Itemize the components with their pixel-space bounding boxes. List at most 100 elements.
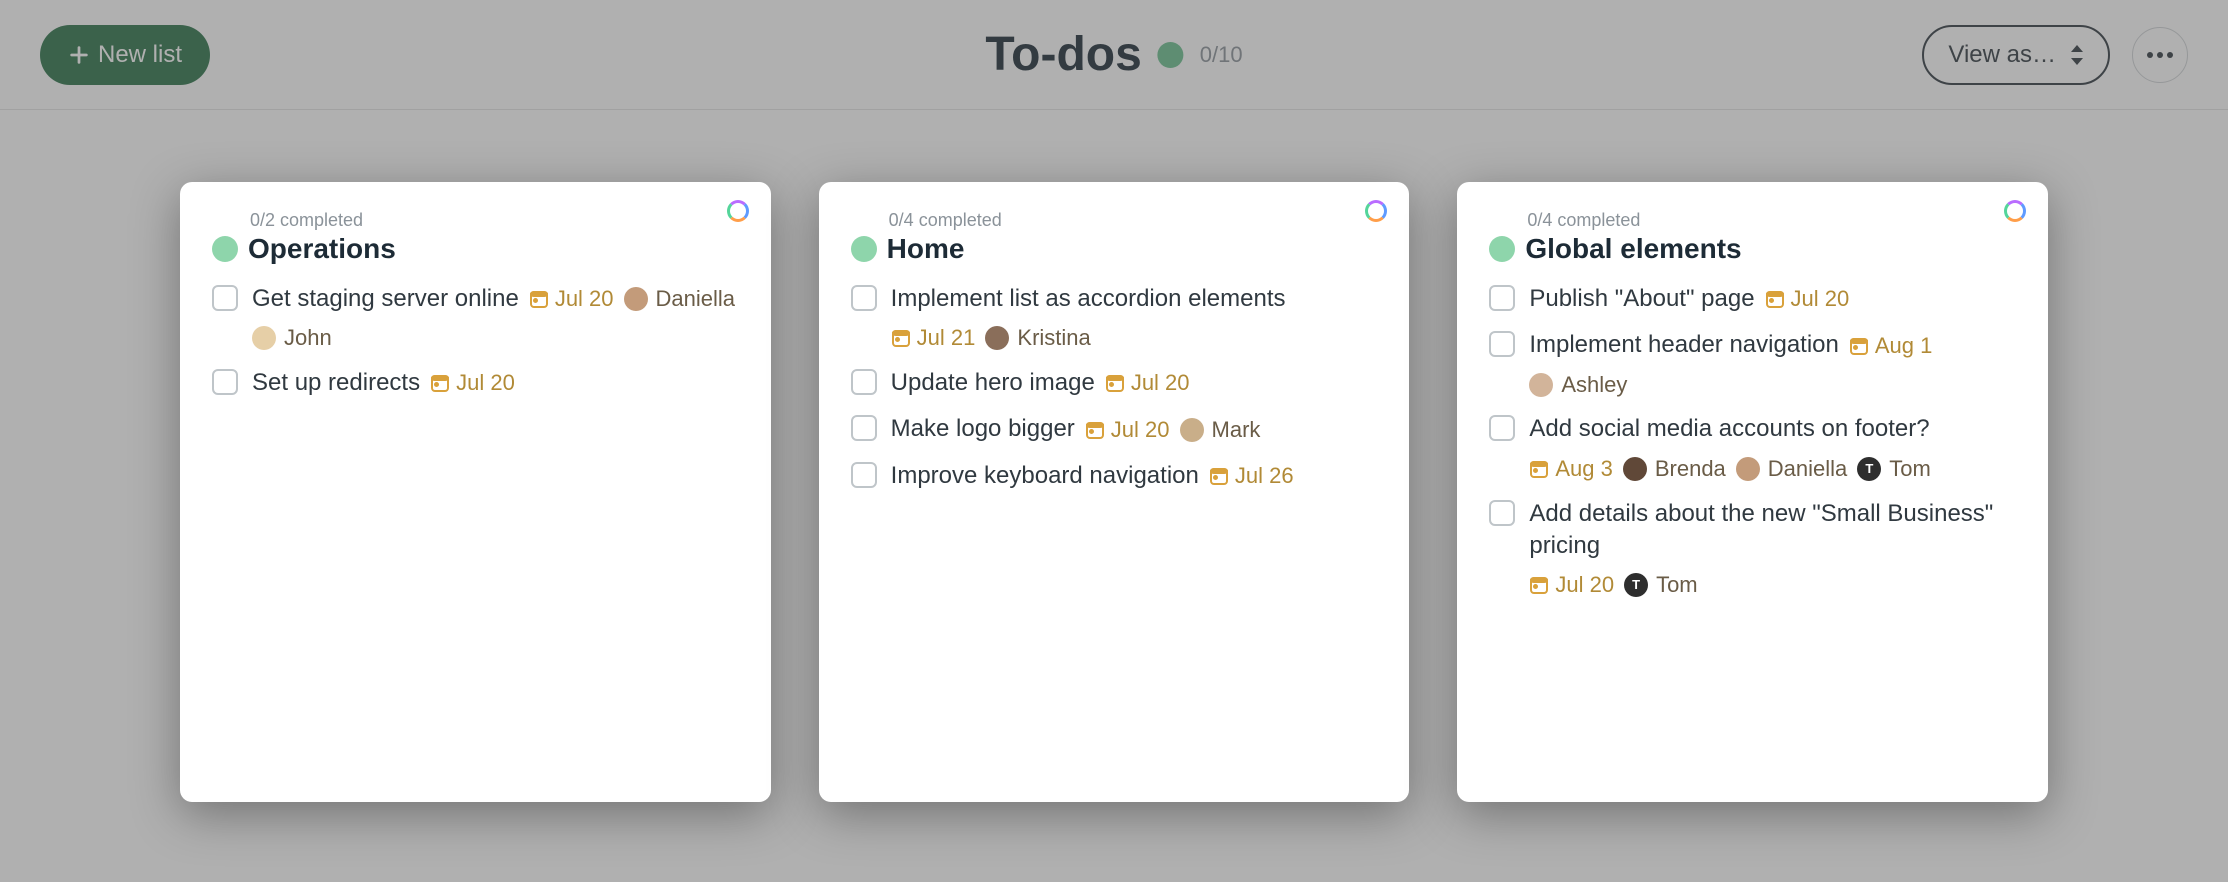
task-row[interactable]: Add social media accounts on footer? Aug …	[1489, 413, 2016, 483]
task-body: Set up redirects Jul 20	[252, 367, 515, 399]
task-checkbox[interactable]	[851, 369, 877, 395]
task-row[interactable]: Get staging server online Jul 20 Daniella J…	[212, 283, 739, 353]
task-checkbox[interactable]	[1489, 415, 1515, 441]
calendar-icon	[1529, 575, 1549, 595]
task-text: Add details about the new "Small Busines…	[1529, 498, 2016, 563]
list-progress: 0/4 completed	[1527, 210, 2016, 231]
task-text: Get staging server online	[252, 283, 519, 315]
list-header: Operations	[212, 233, 739, 265]
board: 0/2 completedOperationsGet staging serve…	[0, 110, 2228, 802]
avatar	[624, 287, 648, 311]
avatar: T	[1857, 457, 1881, 481]
task-due-date[interactable]: Jul 20	[529, 284, 614, 314]
task-body: Implement header navigation Aug 1 Ashley	[1529, 329, 2016, 399]
calendar-icon	[430, 373, 450, 393]
avatar	[1529, 373, 1553, 397]
list-status-dot-icon	[851, 236, 877, 262]
view-as-label: View as…	[1948, 41, 2056, 69]
task-assignee[interactable]: Brenda	[1623, 454, 1726, 484]
task-checkbox[interactable]	[851, 285, 877, 311]
task-text: Implement header navigation	[1529, 329, 1839, 361]
task-checkbox[interactable]	[212, 285, 238, 311]
calendar-icon	[891, 328, 911, 348]
page-title: To-dos	[985, 27, 1141, 82]
list-header: Global elements	[1489, 233, 2016, 265]
task-row[interactable]: Implement list as accordion elementsJul …	[851, 283, 1378, 353]
assignee-name: Mark	[1212, 415, 1261, 445]
task-checkbox[interactable]	[851, 415, 877, 441]
assignee-name: Daniella	[1768, 454, 1848, 484]
view-as-select[interactable]: View as…	[1922, 25, 2110, 85]
task-body: Publish "About" page Jul 20	[1529, 283, 1849, 315]
avatar	[1736, 457, 1760, 481]
list-progress: 0/4 completed	[889, 210, 1378, 231]
task-text: Make logo bigger	[891, 413, 1075, 445]
task-due-date[interactable]: Jul 26	[1209, 461, 1294, 491]
task-assignee[interactable]: Daniella	[1736, 454, 1848, 484]
task-text: Add social media accounts on footer?	[1529, 413, 1929, 445]
task-due-date-text: Jul 20	[456, 368, 515, 398]
task-due-date[interactable]: Jul 20	[1085, 415, 1170, 445]
task-checkbox[interactable]	[212, 369, 238, 395]
task-due-date-text: Jul 20	[555, 284, 614, 314]
avatar	[985, 326, 1009, 350]
task-row[interactable]: Set up redirects Jul 20	[212, 367, 739, 399]
task-row[interactable]: Update hero image Jul 20	[851, 367, 1378, 399]
task-body: Make logo bigger Jul 20 Mark	[891, 413, 1261, 445]
task-text: Set up redirects	[252, 367, 420, 399]
task-checkbox[interactable]	[851, 462, 877, 488]
todo-counter: 0/10	[1200, 42, 1243, 68]
ellipsis-icon	[2146, 51, 2174, 59]
task-row[interactable]: Add details about the new "Small Busines…	[1489, 498, 2016, 600]
task-due-date[interactable]: Jul 20	[1529, 570, 1614, 600]
task-due-date[interactable]: Aug 1	[1849, 331, 1933, 361]
task-due-date[interactable]: Jul 20	[430, 368, 515, 398]
task-text: Publish "About" page	[1529, 283, 1754, 315]
list-card[interactable]: 0/4 completedGlobal elements Publish "Abo…	[1457, 182, 2048, 802]
calendar-icon	[1765, 289, 1785, 309]
loading-spinner-icon	[2004, 200, 2026, 222]
task-due-date[interactable]: Jul 20	[1105, 368, 1190, 398]
assignee-name: Daniella	[656, 284, 736, 314]
title-group: To-dos 0/10	[985, 27, 1242, 82]
sort-arrows-icon	[2070, 45, 2084, 65]
task-assignee[interactable]: TTom	[1857, 454, 1931, 484]
list-title: Home	[887, 233, 965, 265]
task-row[interactable]: Improve keyboard navigationJul 26	[851, 460, 1378, 492]
task-assignee[interactable]: Daniella	[624, 284, 736, 314]
task-checkbox[interactable]	[1489, 285, 1515, 311]
calendar-icon	[1209, 466, 1229, 486]
assignee-name: John	[284, 323, 332, 353]
task-due-date-text: Jul 20	[1131, 368, 1190, 398]
task-row[interactable]: Publish "About" page Jul 20	[1489, 283, 2016, 315]
task-due-date-text: Jul 20	[1111, 415, 1170, 445]
task-row[interactable]: Implement header navigation Aug 1 Ashley	[1489, 329, 2016, 399]
loading-spinner-icon	[1365, 200, 1387, 222]
topbar: New list To-dos 0/10 View as…	[0, 0, 2228, 110]
task-due-date[interactable]: Jul 20	[1765, 284, 1850, 314]
list-title: Operations	[248, 233, 396, 265]
more-options-button[interactable]	[2132, 27, 2188, 83]
avatar: T	[1624, 573, 1648, 597]
task-assignee[interactable]: Mark	[1180, 415, 1261, 445]
task-assignee[interactable]: TTom	[1624, 570, 1698, 600]
task-assignee[interactable]: Kristina	[985, 323, 1090, 353]
task-body: Add details about the new "Small Busines…	[1529, 498, 2016, 600]
task-checkbox[interactable]	[1489, 500, 1515, 526]
task-assignee[interactable]: Ashley	[1529, 370, 1627, 400]
avatar	[252, 326, 276, 350]
list-card[interactable]: 0/2 completedOperationsGet staging serve…	[180, 182, 771, 802]
task-due-date-text: Jul 20	[1791, 284, 1850, 314]
task-checkbox[interactable]	[1489, 331, 1515, 357]
list-card[interactable]: 0/4 completedHome Implement list as accor…	[819, 182, 1410, 802]
task-due-date[interactable]: Jul 21	[891, 323, 976, 353]
new-list-label: New list	[98, 41, 182, 69]
task-row[interactable]: Make logo bigger Jul 20 Mark	[851, 413, 1378, 445]
assignee-name: Ashley	[1561, 370, 1627, 400]
avatar	[1180, 418, 1204, 442]
new-list-button[interactable]: New list	[40, 25, 210, 85]
task-body: Improve keyboard navigationJul 26	[891, 460, 1294, 492]
task-assignee[interactable]: John	[252, 323, 332, 353]
task-due-date[interactable]: Aug 3	[1529, 454, 1613, 484]
task-text: Update hero image	[891, 367, 1095, 399]
